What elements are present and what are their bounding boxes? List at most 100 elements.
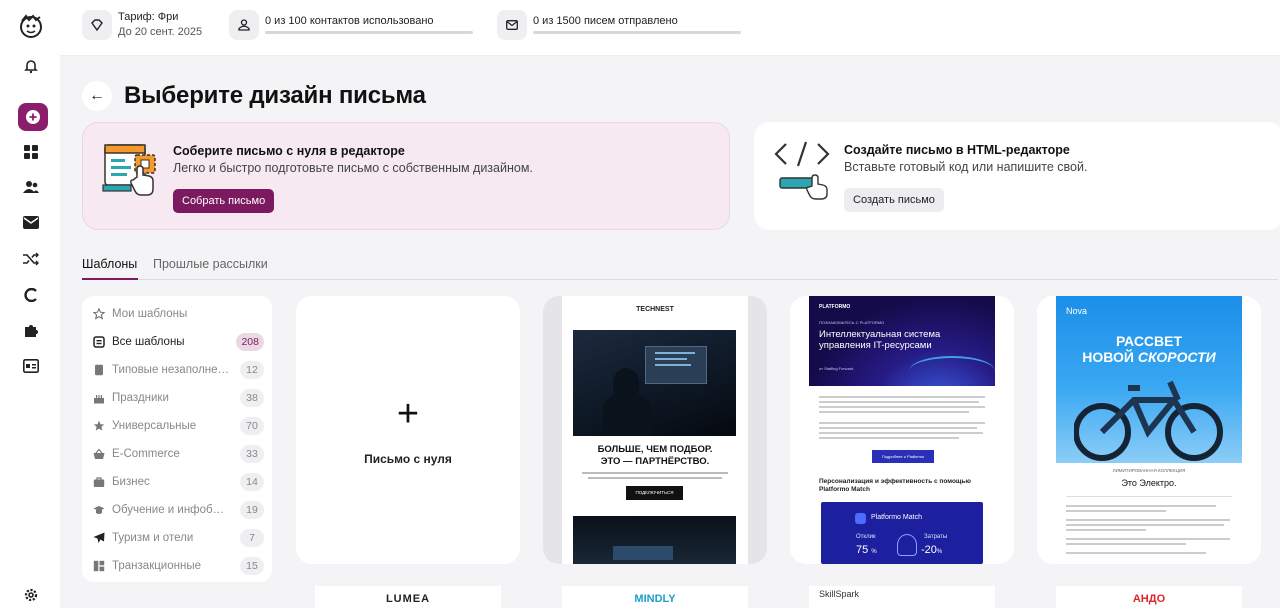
contacts-user-icon — [229, 10, 259, 40]
category-count: 19 — [240, 501, 264, 519]
platformo-logo: PLATFORMO — [819, 304, 851, 310]
create-email-button[interactable]: Создать письмо — [844, 188, 944, 212]
sidebar — [0, 0, 60, 608]
platformo-stat1-label: Отклик — [856, 534, 876, 540]
nova-kicker: ЛИМИТИРОВАННАЯ КОЛЛЕКЦИЯ — [1112, 468, 1186, 473]
nova-title: Это Электро. — [1121, 478, 1177, 488]
tab-past-campaigns[interactable]: Прошлые рассылки — [153, 257, 268, 271]
crm-icon[interactable] — [18, 282, 44, 308]
template-tabs: Шаблоны Прошлые рассылки — [82, 256, 1278, 280]
html-editor-card[interactable]: Создайте письмо в HTML-редакторе Вставьт… — [754, 122, 1280, 230]
template-mindly[interactable]: MINDLY — [562, 586, 748, 608]
template-preview: TECHNEST БОЛЬШЕ, ЧЕМ ПОДБОР. ЭТО — ПАРТН… — [562, 296, 748, 564]
template-platformo[interactable]: PLATFORMO ПОЗНАКОМЬТЕСЬ С PLATFORMO Инте… — [790, 296, 1014, 564]
person-icon — [897, 534, 917, 556]
platformo-section-title: Персонализация и эффективность с помощью… — [819, 478, 971, 493]
dashboard-icon[interactable] — [18, 139, 44, 165]
briefcase-icon — [92, 475, 106, 489]
template-nova[interactable]: Nova РАССВЕТ НОВОЙ СКОРОСТИ ЛИМИТИРОВАНН… — [1037, 296, 1261, 564]
graduation-cap-icon — [92, 503, 106, 517]
tariff-title[interactable]: Тариф: Фри — [118, 11, 178, 23]
top-bar: Тариф: Фри До 20 сент. 2025 0 из 100 кон… — [60, 0, 1280, 56]
page-title: Выберите дизайн письма — [124, 82, 426, 109]
category-label: Типовые незаполнен… — [112, 364, 230, 376]
settings-gear-icon[interactable] — [18, 582, 44, 608]
plus-icon: + — [396, 393, 420, 435]
create-campaign-button[interactable] — [18, 103, 48, 131]
category-travel[interactable]: Туризм и отели 7 — [92, 527, 264, 549]
bell-icon[interactable] — [18, 53, 44, 79]
emails-envelope-icon — [497, 10, 527, 40]
builder-card-desc: Легко и быстро подготовьте письмо с собс… — [173, 161, 533, 175]
category-all-templates[interactable]: Все шаблоны 208 — [92, 331, 264, 353]
platformo-stat2-value: -20% — [921, 544, 943, 556]
category-holidays[interactable]: Праздники 38 — [92, 387, 264, 409]
builder-card[interactable]: Соберите письмо с нуля в редакторе Легко… — [82, 122, 730, 230]
tariff-expiry: До 20 сент. 2025 — [118, 26, 203, 38]
category-count: 33 — [240, 445, 264, 463]
category-label: Все шаблоны — [112, 336, 185, 348]
document-icon — [92, 363, 106, 377]
category-label: E-Commerce — [112, 448, 180, 460]
category-count: 15 — [240, 557, 264, 575]
category-ecommerce[interactable]: E-Commerce 33 — [92, 443, 264, 465]
template-ando[interactable]: АНДО — [1056, 586, 1242, 608]
cake-icon — [92, 391, 106, 405]
category-label: Бизнес — [112, 476, 150, 488]
category-label: Праздники — [112, 392, 169, 404]
category-my-templates[interactable]: Мои шаблоны — [92, 303, 264, 325]
star-icon — [92, 419, 106, 433]
automation-shuffle-icon[interactable] — [18, 246, 44, 272]
editor-illustration-icon — [101, 139, 161, 201]
category-business[interactable]: Бизнес 14 — [92, 471, 264, 493]
category-transactional[interactable]: Транзакционные 15 — [92, 555, 264, 577]
emails-usage-text: 0 из 1500 писем отправлено — [533, 15, 678, 27]
platformo-sub: от Staffing Forward — [819, 366, 854, 371]
nova-headline-1: РАССВЕТ — [1115, 333, 1183, 349]
technest-image-2 — [573, 516, 736, 564]
category-blank-templates[interactable]: Типовые незаполнен… 12 — [92, 359, 264, 381]
blank-email-tile[interactable]: + Письмо с нуля — [296, 296, 520, 564]
technest-logo: TECHNEST — [636, 306, 674, 313]
category-count: 208 — [236, 333, 264, 351]
emails-usage-bar — [533, 31, 741, 34]
bicycle-illustration-icon — [1074, 380, 1223, 461]
platformo-stat2-label: Затраты — [924, 534, 948, 540]
contacts-usage-bar — [265, 31, 473, 34]
contacts-icon[interactable] — [18, 174, 44, 200]
html-card-desc: Вставьте готовый код или напишите свой. — [844, 160, 1088, 174]
nova-hero: Nova РАССВЕТ НОВОЙ СКОРОСТИ — [1056, 296, 1242, 463]
copy-icon — [92, 335, 106, 349]
logo-icon[interactable] — [16, 11, 46, 41]
platformo-kicker: ПОЗНАКОМЬТЕСЬ С PLATFORMO — [819, 320, 885, 325]
category-label: Туризм и отели — [112, 532, 194, 544]
platformo-cta: Подробнее о Platformo — [872, 450, 934, 463]
category-education[interactable]: Обучение и инфобиз… 19 — [92, 499, 264, 521]
technest-cta: ПОДКЛЮЧИТЬСЯ — [626, 486, 683, 500]
category-label: Обучение и инфобиз… — [112, 504, 230, 516]
forms-icon[interactable] — [18, 353, 44, 379]
platformo-headline: Интеллектуальная система управления IT-р… — [819, 329, 941, 351]
template-technest[interactable]: TECHNEST БОЛЬШЕ, ЧЕМ ПОДБОР. ЭТО — ПАРТН… — [543, 296, 767, 564]
platformo-stat1-value: 75 % — [856, 544, 877, 556]
tab-templates[interactable]: Шаблоны — [82, 257, 137, 271]
build-email-button[interactable]: Собрать письмо — [173, 189, 275, 213]
contacts-usage-text: 0 из 100 контактов использовано — [265, 15, 434, 27]
star-outline-icon — [92, 307, 106, 321]
code-illustration-icon — [772, 140, 832, 202]
category-label: Транзакционные — [112, 560, 201, 572]
integrations-puzzle-icon[interactable] — [18, 317, 44, 343]
category-universal[interactable]: Универсальные 70 — [92, 415, 264, 437]
technest-hero-image — [573, 330, 736, 436]
layout-icon — [92, 559, 106, 573]
category-label: Мои шаблоны — [112, 308, 188, 320]
template-lumea[interactable]: LUMEA — [315, 586, 501, 608]
builder-card-title: Соберите письмо с нуля в редакторе — [173, 144, 405, 158]
template-skillspark[interactable]: SkillSpark — [809, 586, 995, 608]
mail-icon[interactable] — [18, 210, 44, 236]
category-count: 14 — [240, 473, 264, 491]
template-preview: PLATFORMO ПОЗНАКОМЬТЕСЬ С PLATFORMO Инте… — [809, 296, 995, 564]
platformo-match-title: Platformo Match — [871, 514, 922, 521]
back-button[interactable]: ← — [82, 81, 112, 111]
category-count: 12 — [240, 361, 264, 379]
